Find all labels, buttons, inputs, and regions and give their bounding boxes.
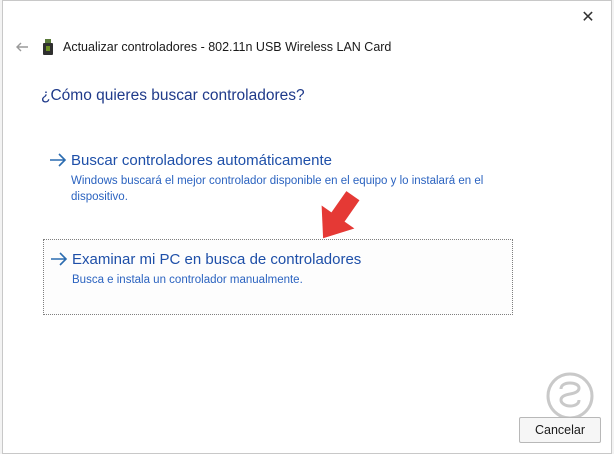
option-title: Buscar controladores automáticamente bbox=[71, 152, 332, 169]
arrow-right-icon bbox=[50, 251, 72, 270]
back-arrow-icon bbox=[16, 42, 28, 52]
page-question: ¿Cómo quieres buscar controladores? bbox=[41, 87, 305, 104]
option-description: Windows buscará el mejor controlador dis… bbox=[71, 175, 484, 203]
dialog-title: Actualizar controladores - 802.11n USB W… bbox=[63, 40, 392, 54]
option-title: Examinar mi PC en busca de controladores bbox=[72, 251, 362, 268]
browse-my-pc-option[interactable]: Examinar mi PC en busca de controladores… bbox=[43, 239, 513, 315]
cancel-button[interactable]: Cancelar bbox=[519, 417, 601, 443]
logo-watermark-icon bbox=[546, 372, 594, 420]
arrow-right-icon bbox=[49, 152, 71, 171]
search-automatically-option[interactable]: Buscar controladores automáticamente Win… bbox=[43, 143, 513, 213]
option-description: Busca e instala un controlador manualmen… bbox=[72, 274, 303, 286]
close-icon: ✕ bbox=[581, 9, 595, 26]
red-pointer-arrow-icon bbox=[321, 191, 360, 239]
back-button[interactable] bbox=[11, 36, 33, 58]
close-button[interactable]: ✕ bbox=[573, 5, 603, 29]
dialog-header: Actualizar controladores - 802.11n USB W… bbox=[11, 33, 611, 61]
update-drivers-dialog: ✕ Actualizar controladores - 802.11n USB… bbox=[2, 0, 612, 454]
device-icon bbox=[41, 38, 55, 56]
